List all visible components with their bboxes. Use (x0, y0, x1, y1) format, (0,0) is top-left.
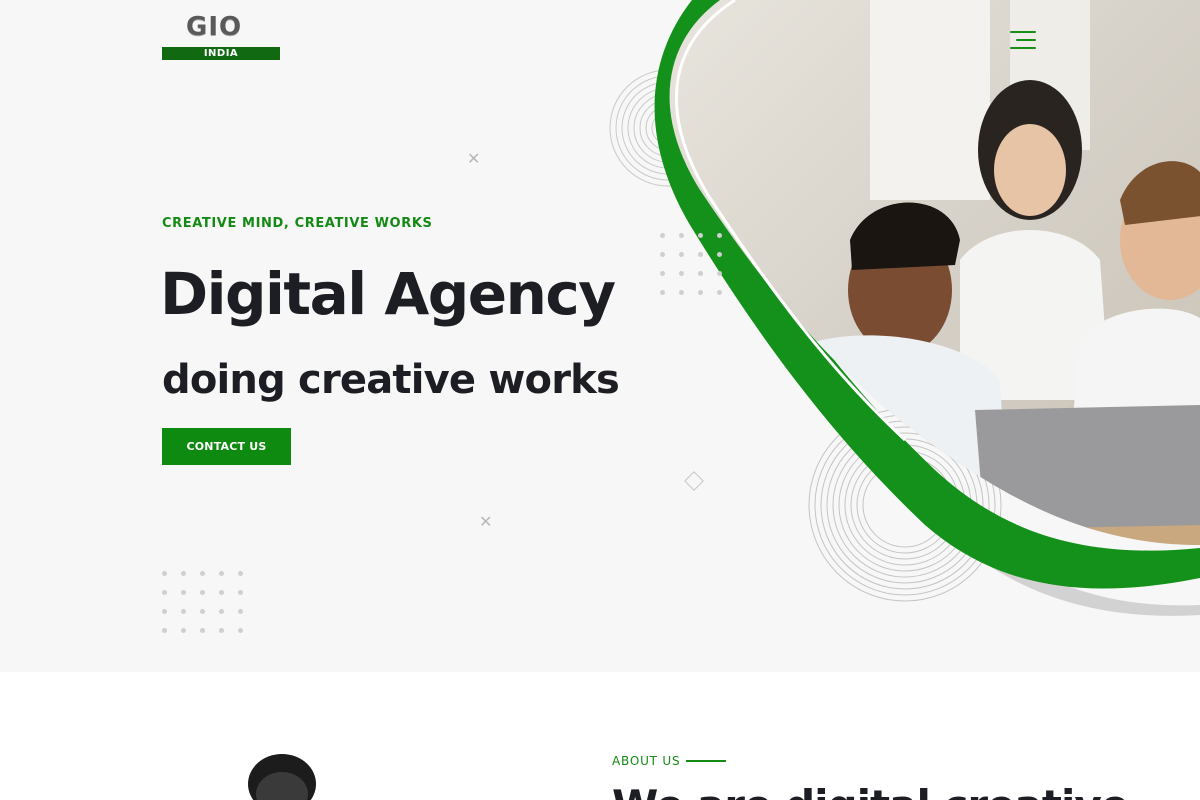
logo-band: INDIA (162, 47, 280, 60)
contact-us-button[interactable]: CONTACT US (162, 428, 291, 465)
cross-decoration-icon: ✕ (467, 149, 481, 168)
dot-grid-decoration (162, 571, 243, 633)
menu-line-top (1010, 31, 1036, 33)
brand-logo[interactable]: GIO INDIA (162, 12, 280, 62)
hero-title: Digital Agency (160, 260, 616, 328)
dot-grid-decoration (660, 233, 722, 295)
cross-decoration-icon: ✕ (479, 512, 493, 531)
menu-line-bottom (1010, 47, 1036, 49)
about-label-underline (686, 760, 726, 762)
hero-tagline: CREATIVE MIND, CREATIVE WORKS (162, 216, 433, 231)
hero-section: GIO INDIA ✕ ✕ CREATIVE MIND, CREATIVE WO… (0, 0, 1200, 672)
about-person-photo (248, 754, 316, 800)
menu-line-middle (1016, 39, 1036, 41)
about-heading: We are digital creative (612, 782, 1129, 800)
about-section-label: ABOUT US (612, 754, 681, 768)
hero-subtitle: doing creative works (162, 357, 620, 403)
hamburger-menu-icon[interactable] (1010, 31, 1036, 49)
logo-wordmark: GIO (186, 12, 243, 42)
